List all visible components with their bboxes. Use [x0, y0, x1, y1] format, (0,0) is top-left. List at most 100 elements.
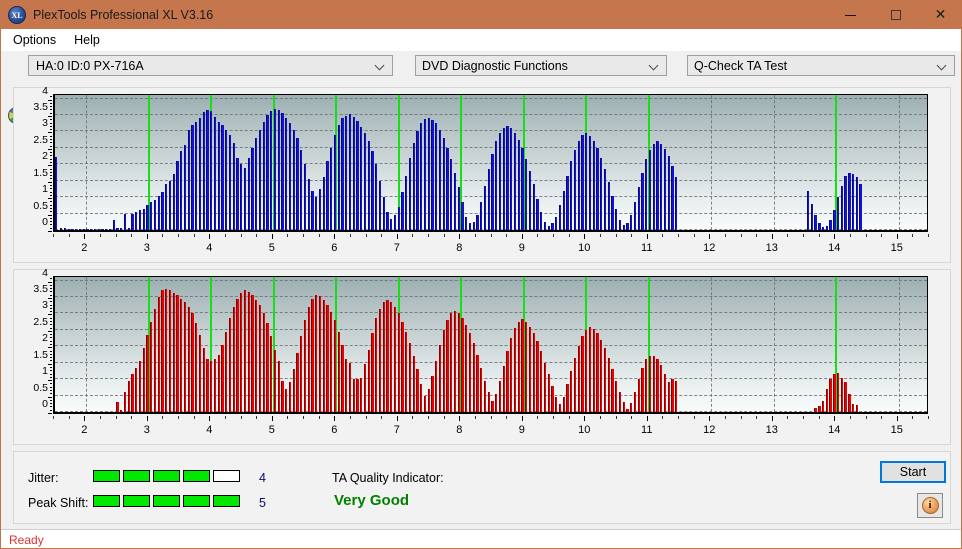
x-axis-minor-tick: [381, 416, 383, 419]
x-axis-minor-tick: [99, 234, 101, 237]
chart-bar: [225, 129, 228, 230]
x-axis-minor-tick: [631, 416, 633, 419]
y-axis-minor-tick: [50, 122, 52, 124]
chart-bar: [360, 126, 363, 230]
close-button[interactable]: ✕: [918, 1, 961, 29]
chart-bar: [585, 133, 588, 230]
x-axis-minor-tick: [303, 234, 304, 237]
chart-bar: [588, 136, 592, 230]
chart-bar: [536, 198, 539, 230]
y-axis-tick-label: 4: [42, 84, 48, 97]
ta-quality-value: Very Good: [334, 492, 410, 509]
peak-shift-value: 5: [259, 496, 266, 510]
y-axis-minor-tick: [50, 360, 52, 362]
function-select[interactable]: DVD Diagnostic Functions: [415, 55, 667, 76]
y-axis-minor-tick: [50, 324, 52, 326]
y-axis-tick-label: 0.5: [33, 381, 48, 394]
chart-bar: [401, 321, 404, 412]
chart-bar: [123, 392, 127, 412]
y-axis-minor-tick: [50, 129, 52, 131]
chart-bar: [547, 374, 550, 412]
chart-bar: [453, 172, 457, 230]
chart-bar: [472, 343, 475, 412]
chart-bar: [307, 179, 310, 230]
y-axis-minor-tick: [50, 330, 52, 332]
x-axis-minor-tick: [131, 234, 133, 237]
y-axis-minor-tick: [50, 109, 52, 111]
x-axis-tick-mark: [334, 416, 336, 421]
drive-select[interactable]: HA:0 ID:0 PX-716A: [28, 55, 393, 76]
chart-bar: [600, 339, 603, 412]
chart-bar: [296, 352, 299, 412]
chart-bar: [457, 313, 460, 412]
chart-bar: [540, 211, 543, 230]
chart-bar: [217, 354, 220, 412]
chart-bar: [382, 197, 385, 230]
chart-bar: [90, 229, 93, 230]
chart-bar: [810, 203, 814, 230]
x-axis-minor-tick: [678, 234, 679, 237]
x-axis-minor-tick: [178, 416, 179, 419]
y-axis-minor-tick: [50, 386, 52, 388]
x-axis-tick-label: 10: [578, 242, 591, 254]
chart-bar: [307, 306, 310, 412]
chart-bar: [318, 188, 322, 230]
x-axis-minor-tick: [131, 416, 133, 419]
x-axis-tick-mark: [84, 416, 86, 421]
chart-bar: [435, 123, 438, 230]
x-axis-tick-mark: [146, 234, 148, 239]
chart-bar: [427, 389, 430, 412]
x-axis-minor-tick: [178, 234, 179, 237]
x-axis-minor-tick: [865, 234, 867, 237]
peak-shift-chart-panel: 0 0.5 1 1.5 2 2.5 3 3.5 4 2 3 4 5 6 7 8 9 10 11 12 13 14 15: [13, 267, 951, 445]
maximize-button[interactable]: [873, 1, 918, 29]
test-select[interactable]: Q-Check TA Test: [687, 55, 955, 76]
y-axis-minor-tick: [50, 370, 52, 372]
chart-bar: [652, 356, 655, 412]
chart-bar: [536, 341, 539, 412]
chart-bar: [551, 385, 554, 412]
info-button[interactable]: i: [917, 493, 943, 518]
x-axis-minor-tick: [615, 416, 617, 419]
start-button[interactable]: Start: [880, 461, 946, 483]
chart-bar: [393, 215, 397, 230]
y-axis-minor-tick: [50, 403, 52, 405]
minimize-button[interactable]: [828, 1, 873, 29]
chart-bar: [637, 379, 640, 412]
x-axis-tick-label: 12: [703, 424, 716, 436]
chart-bar: [202, 111, 205, 230]
chart-bar: [127, 228, 130, 230]
x-axis-tick-mark: [84, 234, 86, 239]
chart-bar: [615, 380, 618, 412]
x-axis-minor-tick: [318, 416, 320, 419]
x-axis-tick-label: 14: [828, 424, 841, 436]
chart-bar: [390, 218, 393, 230]
x-axis-tick-mark: [771, 234, 773, 239]
chart-bar: [592, 141, 595, 230]
meter-segment: [123, 495, 150, 507]
y-axis-minor-tick: [50, 198, 52, 200]
y-axis-minor-tick: [50, 344, 52, 345]
chart-bar: [112, 220, 115, 230]
chart-bar: [393, 306, 397, 412]
menu-item-options[interactable]: Options: [4, 31, 65, 49]
gridline-horizontal: [55, 130, 927, 132]
chart-bar: [108, 228, 112, 230]
y-axis-minor-tick: [50, 399, 52, 401]
chart-bar: [60, 227, 63, 230]
chart-bar: [352, 116, 355, 230]
chart-bar: [543, 362, 547, 412]
gridline-horizontal: [55, 296, 927, 297]
chart-bar: [97, 229, 100, 230]
chart-bar: [457, 187, 460, 230]
chart-bar: [607, 357, 610, 412]
y-axis-minor-tick: [50, 321, 52, 322]
chart-bar: [187, 129, 190, 230]
menu-item-help[interactable]: Help: [65, 31, 109, 49]
chart-bar: [412, 356, 415, 412]
x-axis-minor-tick: [818, 234, 820, 237]
chart-bar: [296, 138, 299, 230]
chart-bar: [363, 133, 367, 230]
x-axis-minor-tick: [53, 416, 54, 419]
chart-bar: [333, 320, 337, 412]
